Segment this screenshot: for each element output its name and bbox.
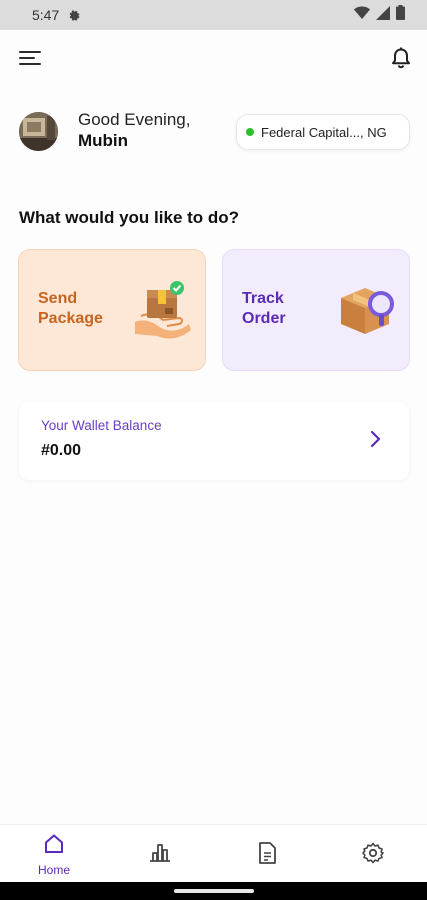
- nav-item-home[interactable]: Home: [14, 825, 94, 883]
- status-time: 5:47: [32, 7, 60, 23]
- greeting-text: Good Evening,: [78, 110, 191, 129]
- wallet-label: Your Wallet Balance: [41, 418, 162, 433]
- settings-icon: [361, 841, 385, 870]
- track-order-card[interactable]: Track Order: [222, 249, 410, 371]
- wifi-icon: [354, 6, 370, 25]
- nav-label-home: Home: [37, 863, 70, 877]
- location-selector[interactable]: Federal Capital..., NG: [236, 114, 410, 150]
- send-package-label: Send Package: [38, 290, 103, 327]
- system-navigation-bar: [0, 882, 427, 900]
- chart-icon: [148, 841, 172, 868]
- nav-item-stats[interactable]: [120, 825, 200, 883]
- wallet-balance-card[interactable]: Your Wallet Balance #0.00: [19, 402, 409, 480]
- wallet-balance-value: #0.00: [41, 442, 82, 459]
- chevron-right-icon[interactable]: [369, 429, 383, 449]
- location-status-dot: [246, 128, 254, 136]
- actions-title: What would you like to do?: [19, 208, 240, 227]
- bell-icon[interactable]: [388, 45, 414, 71]
- nav-item-documents[interactable]: [227, 825, 307, 883]
- home-screen: Good Evening, Mubin Federal Capital..., …: [0, 30, 427, 824]
- home-icon: [43, 833, 65, 860]
- battery-icon: [396, 5, 405, 25]
- home-gesture-handle[interactable]: [174, 889, 254, 893]
- user-name: Mubin: [78, 131, 129, 150]
- box-search-icon: [337, 278, 397, 342]
- document-icon: [257, 841, 277, 870]
- avatar[interactable]: [19, 112, 58, 151]
- bottom-navigation: Home: [0, 824, 427, 882]
- status-bar: 5:47: [0, 0, 427, 30]
- send-package-card[interactable]: Send Package: [18, 249, 206, 371]
- nav-item-settings[interactable]: [333, 825, 413, 883]
- gear-icon: [67, 9, 80, 22]
- menu-icon[interactable]: [19, 48, 45, 68]
- location-text: Federal Capital..., NG: [261, 124, 387, 140]
- track-order-label: Track Order: [242, 290, 286, 327]
- signal-icon: [376, 5, 390, 25]
- package-hand-icon: [133, 278, 193, 342]
